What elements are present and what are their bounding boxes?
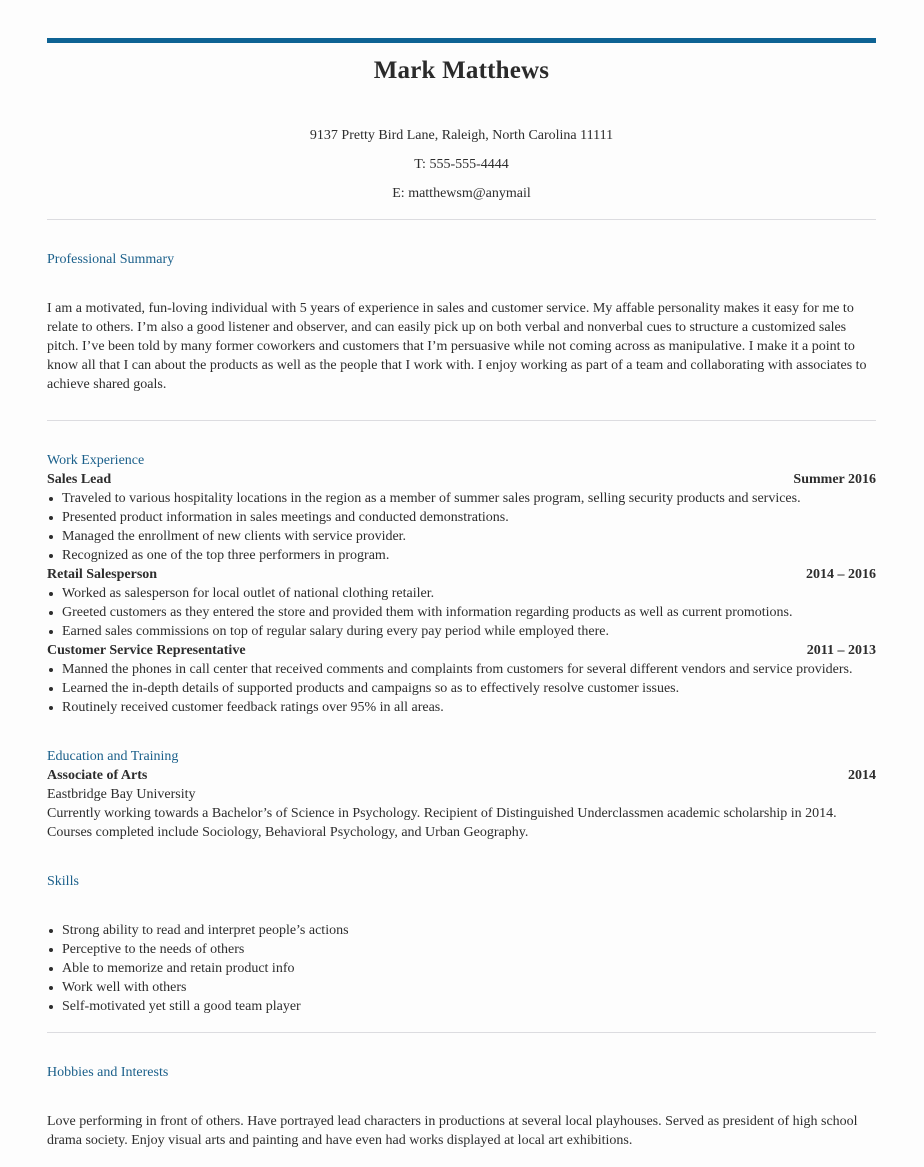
job-entry: Sales Lead Summer 2016 Traveled to vario…: [47, 470, 876, 565]
section-skills: Skills Strong ability to read and interp…: [47, 872, 876, 1016]
list-item: Managed the enrollment of new clients wi…: [47, 527, 876, 546]
section-divider: [47, 1032, 876, 1033]
job-header: Retail Salesperson 2014 – 2016: [47, 565, 876, 584]
candidate-name: Mark Matthews: [373, 57, 550, 84]
list-item: Manned the phones in call center that re…: [47, 660, 876, 679]
list-item: Able to memorize and retain product info: [47, 959, 876, 978]
section-title-education: Education and Training: [47, 749, 179, 764]
job-dates: 2014 – 2016: [806, 567, 876, 582]
section-title-summary: Professional Summary: [47, 252, 175, 267]
section-divider: [47, 219, 876, 220]
section-summary: Professional Summary I am a motivated, f…: [47, 250, 876, 394]
job-role: Sales Lead: [47, 472, 112, 487]
job-entry: Customer Service Representative 2011 – 2…: [47, 641, 876, 717]
section-hobbies: Hobbies and Interests Love performing in…: [47, 1063, 876, 1150]
list-item: Work well with others: [47, 978, 876, 997]
list-item: Learned the in-depth details of supporte…: [47, 679, 876, 698]
resume-page: Mark Matthews 9137 Pretty Bird Lane, Ral…: [47, 38, 876, 1150]
list-item: Perceptive to the needs of others: [47, 940, 876, 959]
school-name: Eastbridge Bay University: [47, 787, 196, 802]
list-item: Greeted customers as they entered the st…: [47, 603, 876, 622]
job-role: Customer Service Representative: [47, 643, 246, 658]
list-item: Earned sales commissions on top of regul…: [47, 622, 876, 641]
job-entry: Retail Salesperson 2014 – 2016 Worked as…: [47, 565, 876, 641]
list-item: Strong ability to read and interpret peo…: [47, 921, 876, 940]
phone: T: 555-555-4444: [414, 157, 509, 172]
hobbies-text: Love performing in front of others. Have…: [47, 1114, 858, 1148]
list-item: Recognized as one of the top three perfo…: [47, 546, 876, 565]
list-item: Worked as salesperson for local outlet o…: [47, 584, 876, 603]
job-bullets: Traveled to various hospitality location…: [47, 489, 876, 565]
job-dates: Summer 2016: [793, 472, 876, 487]
job-header: Customer Service Representative 2011 – 2…: [47, 641, 876, 660]
job-header: Sales Lead Summer 2016: [47, 470, 876, 489]
education-header: Associate of Arts 2014: [47, 766, 876, 785]
job-role: Retail Salesperson: [47, 567, 158, 582]
degree: Associate of Arts: [47, 768, 148, 783]
section-divider: [47, 420, 876, 421]
list-item: Presented product information in sales m…: [47, 508, 876, 527]
section-title-hobbies: Hobbies and Interests: [47, 1065, 169, 1080]
job-dates: 2011 – 2013: [806, 643, 876, 658]
skills-list: Strong ability to read and interpret peo…: [47, 921, 876, 1016]
email: E: matthewsm@anymail: [392, 186, 531, 201]
section-experience: Work Experience Sales Lead Summer 2016 T…: [47, 451, 876, 717]
top-accent-rule: [47, 38, 876, 43]
contact-info: 9137 Pretty Bird Lane, Raleigh, North Ca…: [47, 126, 876, 213]
list-item: Routinely received customer feedback rat…: [47, 698, 876, 717]
job-bullets: Worked as salesperson for local outlet o…: [47, 584, 876, 641]
education-year: 2014: [848, 768, 876, 783]
job-bullets: Manned the phones in call center that re…: [47, 660, 876, 717]
section-education: Education and Training Associate of Arts…: [47, 747, 876, 842]
list-item: Traveled to various hospitality location…: [47, 489, 876, 508]
section-title-skills: Skills: [47, 874, 79, 889]
education-details: Currently working towards a Bachelor’s o…: [47, 806, 837, 840]
address: 9137 Pretty Bird Lane, Raleigh, North Ca…: [309, 128, 614, 143]
summary-text: I am a motivated, fun-loving individual …: [47, 301, 867, 392]
list-item: Self-motivated yet still a good team pla…: [47, 997, 876, 1016]
section-title-experience: Work Experience: [47, 453, 145, 468]
